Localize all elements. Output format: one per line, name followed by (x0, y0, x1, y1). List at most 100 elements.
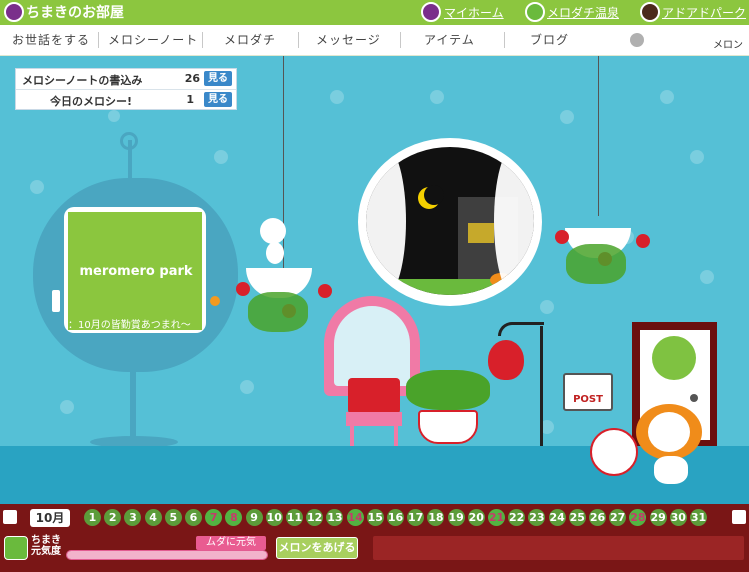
calendar-day[interactable]: 5 (164, 509, 182, 526)
calendar-day[interactable]: 6 (185, 509, 202, 526)
strawberry-lamp-icon[interactable] (488, 340, 524, 380)
calendar-day[interactable]: 20 (467, 509, 485, 526)
nav-divider (400, 32, 401, 48)
purple-character-icon[interactable] (421, 2, 441, 22)
room-owner-icon (4, 2, 24, 22)
notification-row: 今日のメロシー! 1 見る (16, 89, 236, 110)
nav-melodachi[interactable]: メロダチ (224, 31, 276, 48)
calendar-day[interactable]: 12 (306, 509, 324, 526)
calendar-day[interactable]: 22 (508, 509, 526, 526)
calendar-day[interactable]: 24 (548, 509, 566, 526)
calendar-day[interactable]: 28 (629, 509, 647, 526)
clover-decoration (652, 336, 696, 380)
pet-name-label: ちまき 元気度 (31, 535, 61, 557)
nav-divider (98, 32, 99, 48)
moon-shadow (424, 185, 444, 205)
view-button[interactable]: 見る (204, 92, 232, 107)
energy-caption: 元気度 (31, 546, 61, 557)
nav-melosee-note[interactable]: メロシーノート (108, 31, 198, 48)
tv-antenna-loop (120, 132, 138, 150)
tv-logo: meromero park (79, 264, 193, 279)
wall-dot (540, 300, 554, 314)
calendar-day[interactable]: 29 (649, 509, 667, 526)
left-curtain (366, 147, 406, 295)
calendar-day[interactable]: 11 (286, 509, 303, 526)
wall-dot (560, 110, 574, 124)
vanity-leg (394, 426, 398, 446)
snowman-body (266, 242, 284, 264)
calendar-day[interactable]: 21 (488, 509, 505, 526)
wall-dot (214, 150, 228, 164)
lamp-pole (540, 326, 543, 446)
notification-count: 26 (184, 72, 200, 85)
calendar-day[interactable]: 23 (528, 509, 546, 526)
calendar-day[interactable]: 4 (144, 509, 162, 526)
vanity-drawer (348, 378, 400, 414)
green-character-icon[interactable] (525, 2, 545, 22)
vanity-leg (350, 426, 354, 446)
melon-icon (630, 33, 644, 47)
nav-blog[interactable]: ブログ (530, 31, 569, 48)
calendar-day[interactable]: 25 (568, 509, 586, 526)
calendar-day[interactable]: 26 (589, 509, 606, 526)
pet-avatar-icon (4, 536, 28, 560)
door-knob (690, 394, 698, 402)
wall-dot (60, 400, 74, 414)
pet-body (654, 456, 688, 484)
house-window (468, 223, 494, 243)
notification-label: 今日のメロシー! (50, 95, 133, 108)
calendar-day[interactable]: 14 (346, 509, 364, 526)
nav-divider (298, 32, 299, 48)
tv-ticker-text[interactable]: ：10月の皆勤賞あつまれ〜 (68, 316, 202, 330)
link-my-home[interactable]: マイホーム (444, 4, 504, 21)
calendar-day[interactable]: 16 (387, 509, 404, 526)
prev-month-arrow-icon[interactable] (3, 510, 17, 524)
red-character-icon[interactable] (640, 2, 660, 22)
link-ad-park[interactable]: アドアドパーク (662, 4, 746, 21)
nav-care[interactable]: お世話をする (12, 31, 90, 48)
white-cat-character[interactable] (590, 428, 638, 476)
wall-dot (690, 150, 704, 164)
flower-pot[interactable] (418, 410, 478, 444)
strawberry-icon (318, 284, 332, 298)
room-title: ちまきのお部屋 (26, 5, 124, 21)
nav-message[interactable]: メッセージ (316, 31, 381, 48)
snowman-character[interactable] (260, 218, 286, 244)
calendar-day[interactable]: 27 (609, 509, 627, 526)
hanging-string (598, 56, 599, 216)
plant-leaves (566, 244, 626, 284)
wall-dot (330, 90, 344, 104)
tv-speaker (52, 290, 60, 312)
give-melon-button[interactable]: メロンをあげる (276, 537, 358, 559)
wall-dot (700, 270, 714, 284)
flower-bed (406, 370, 490, 410)
calendar-day[interactable]: 18 (427, 509, 445, 526)
calendar-day[interactable]: 19 (447, 509, 465, 526)
nav-divider (504, 32, 505, 48)
strawberry-icon (636, 234, 650, 248)
calendar-day[interactable]: 10 (265, 509, 283, 526)
calendar-day[interactable]: 9 (245, 509, 263, 526)
window-night-view (366, 147, 534, 295)
top-header-bar: ちまきのお部屋 マイホーム メロダチ温泉 アドアドパーク (0, 0, 749, 25)
calendar-day[interactable]: 30 (669, 509, 687, 526)
calendar-day[interactable]: 13 (326, 509, 344, 526)
calendar-day[interactable]: 1 (84, 509, 101, 526)
next-month-arrow-icon[interactable] (732, 510, 746, 524)
strawberry-icon (236, 282, 250, 296)
link-melodachi-onsen[interactable]: メロダチ温泉 (547, 4, 619, 21)
plant-leaves (248, 292, 308, 332)
calendar-day[interactable]: 17 (407, 509, 425, 526)
pet-face (648, 412, 690, 452)
post-box[interactable]: POST (563, 373, 613, 411)
wall-dot (430, 90, 444, 104)
vanity-mirror-glass (334, 306, 410, 386)
view-button[interactable]: 見る (204, 71, 232, 86)
main-nav: お世話をする メロシーノート メロダチ メッセージ アイテム ブログ メロン (0, 25, 749, 56)
notification-panel: メロシーノートの書込み 26 見る 今日のメロシー! 1 見る (15, 68, 237, 110)
calendar-day[interactable]: 31 (690, 509, 707, 526)
calendar-day[interactable]: 15 (366, 509, 384, 526)
nav-item[interactable]: アイテム (424, 31, 475, 48)
wall-dot (30, 180, 44, 194)
lamp-arm (498, 322, 544, 336)
